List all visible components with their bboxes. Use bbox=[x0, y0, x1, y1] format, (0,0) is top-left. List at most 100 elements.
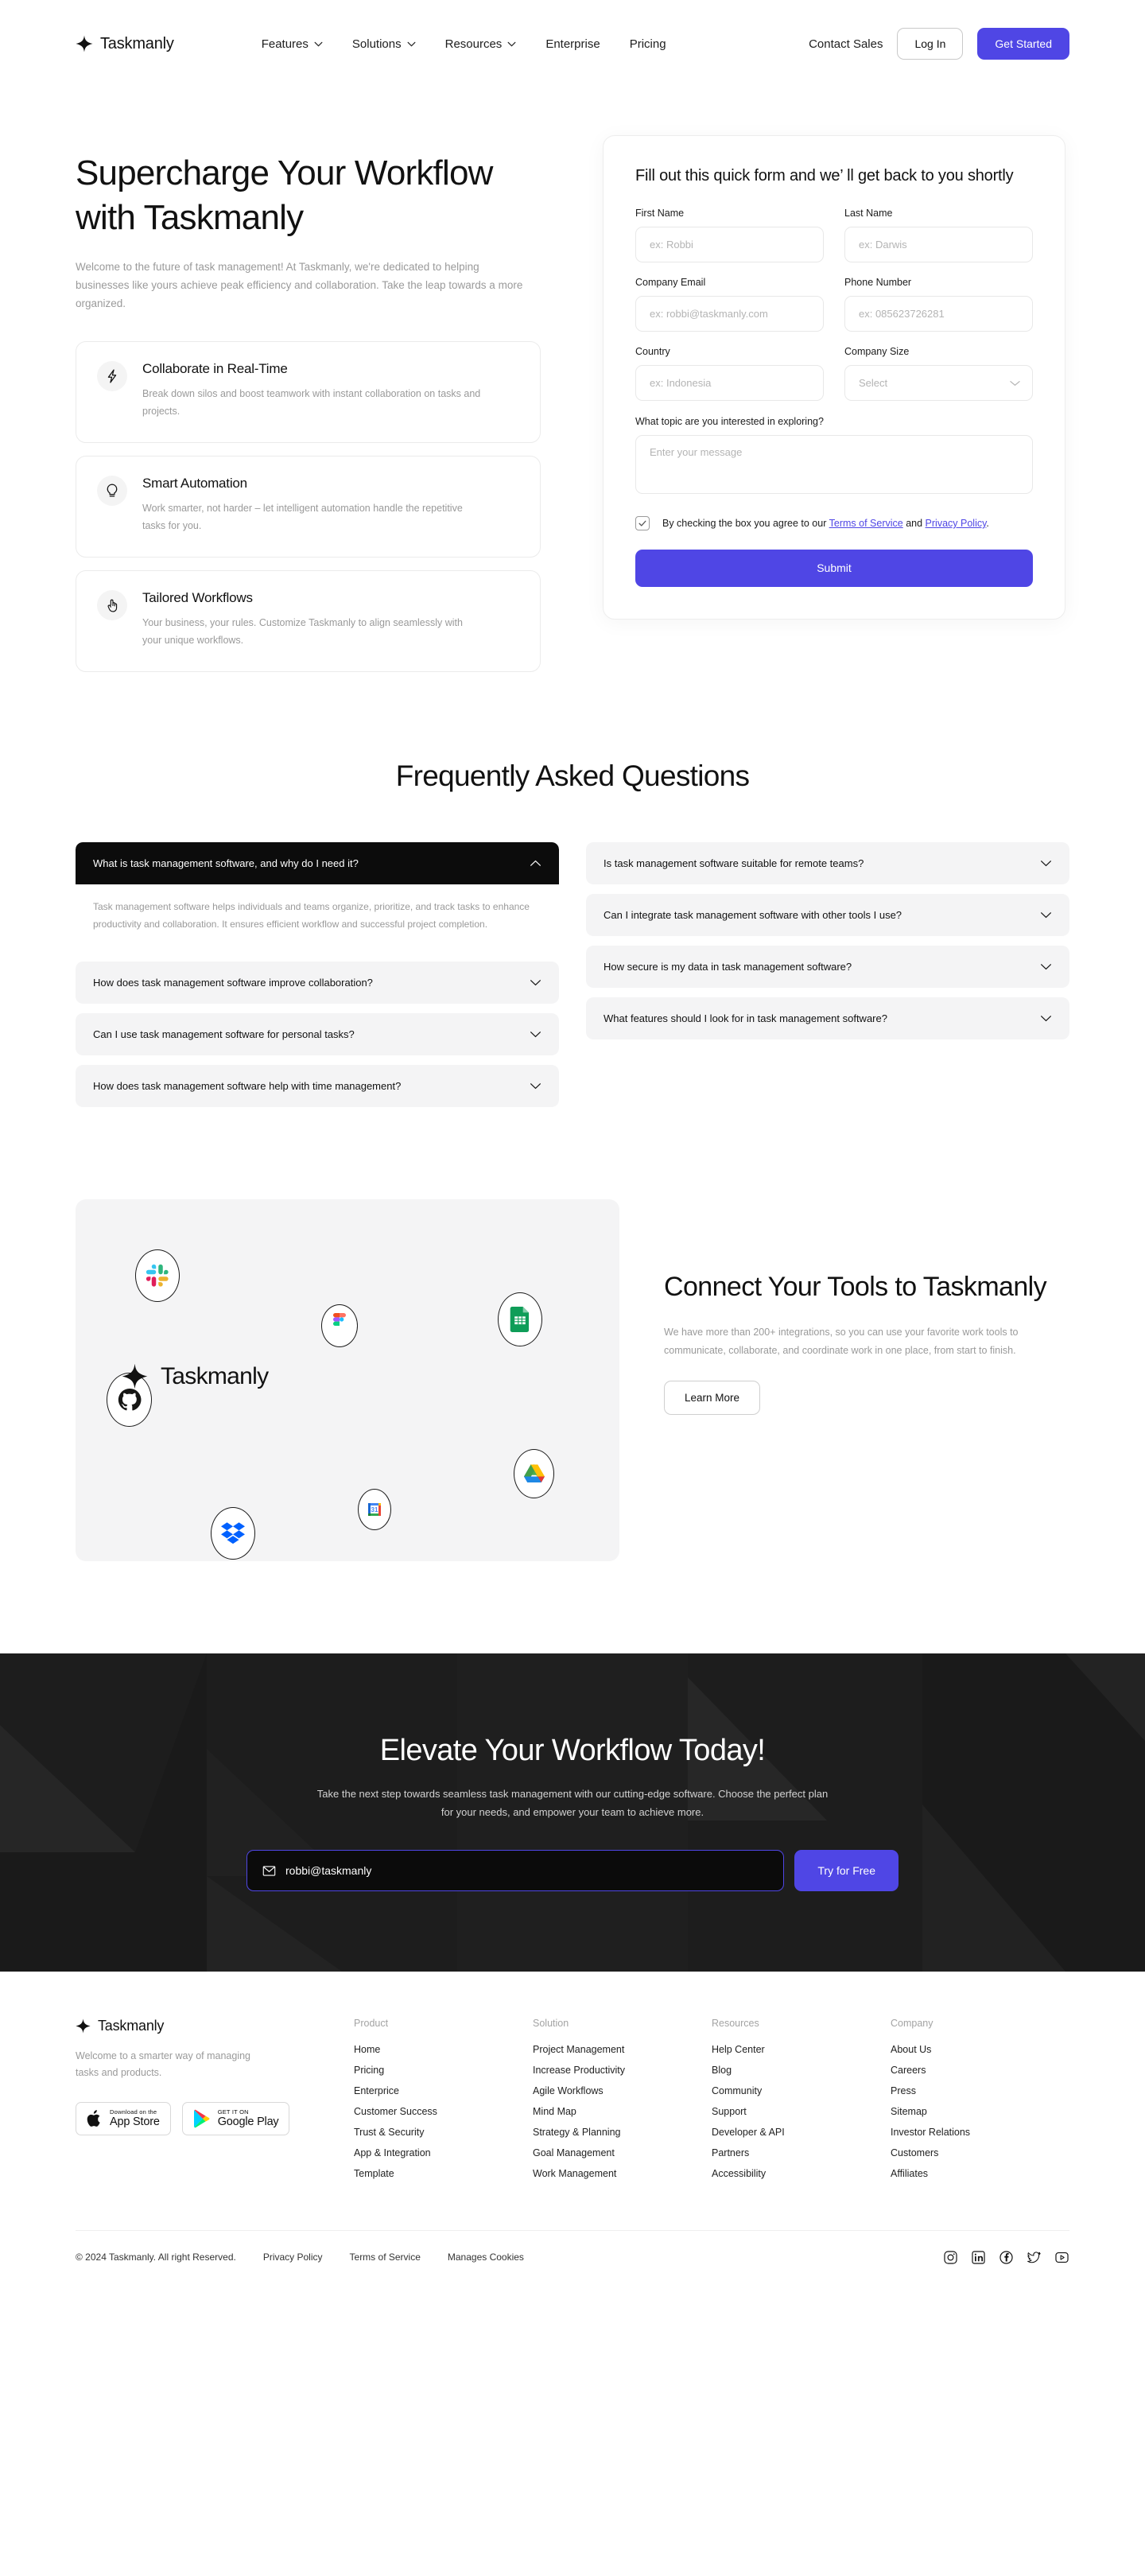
faq-question-toggle[interactable]: What is task management software, and wh… bbox=[76, 841, 559, 884]
faq-question-toggle[interactable]: Can I integrate task management software… bbox=[586, 893, 1069, 936]
app-store-large-label: App Store bbox=[110, 2116, 160, 2129]
footer-link[interactable]: Support bbox=[712, 2106, 891, 2117]
google-play-small-label: GET IT ON bbox=[217, 2108, 249, 2116]
footer-link[interactable]: Sitemap bbox=[891, 2106, 1069, 2117]
form-fields-grid: First Name Last Name Company Email Phone… bbox=[635, 208, 1033, 401]
app-store-badges: Download on the App Store GET IT ON Goog… bbox=[76, 2102, 354, 2136]
nav-item-enterprise[interactable]: Enterprise bbox=[545, 37, 600, 51]
dropbox-icon[interactable] bbox=[211, 1506, 255, 1560]
faq-question-toggle[interactable]: Can I use task management software for p… bbox=[76, 1012, 559, 1055]
linkedin-icon[interactable] bbox=[971, 2250, 986, 2265]
instagram-icon[interactable] bbox=[943, 2250, 958, 2265]
footer-link[interactable]: Project Management bbox=[533, 2044, 712, 2055]
chevron-down-icon bbox=[530, 980, 541, 986]
brand-logo[interactable]: Taskmanly bbox=[76, 35, 174, 53]
google-drive-icon[interactable] bbox=[514, 1448, 554, 1498]
footer-link[interactable]: Accessibility bbox=[712, 2168, 891, 2179]
faq-question-toggle[interactable]: What features should I look for in task … bbox=[586, 997, 1069, 1039]
footer-link[interactable]: Enterprice bbox=[354, 2085, 533, 2096]
integrations-title: Connect Your Tools to Taskmanly bbox=[664, 1271, 1047, 1302]
facebook-icon[interactable] bbox=[999, 2250, 1014, 2265]
google-sheets-icon[interactable] bbox=[498, 1292, 542, 1346]
terms-of-service-link[interactable]: Terms of Service bbox=[350, 2252, 421, 2263]
faq-question-toggle[interactable]: How does task management software improv… bbox=[76, 961, 559, 1004]
google-play-badge[interactable]: GET IT ON Google Play bbox=[181, 2102, 290, 2136]
integrations-text-column: Connect Your Tools to Taskmanly We have … bbox=[664, 1199, 1069, 1561]
get-started-button[interactable]: Get Started bbox=[977, 28, 1069, 60]
footer-link[interactable]: Home bbox=[354, 2044, 533, 2055]
footer-link[interactable]: Strategy & Planning bbox=[533, 2127, 712, 2138]
footer-link[interactable]: Investor Relations bbox=[891, 2127, 1069, 2138]
footer-link[interactable]: Blog bbox=[712, 2065, 891, 2076]
cta-email-input-wrapper[interactable] bbox=[246, 1850, 785, 1892]
faq-question-toggle[interactable]: How secure is my data in task management… bbox=[586, 945, 1069, 988]
country-input[interactable] bbox=[635, 365, 824, 401]
last-name-input[interactable] bbox=[844, 227, 1033, 262]
faq-question-toggle[interactable]: How does task management software help w… bbox=[76, 1064, 559, 1107]
feature-card-list: Collaborate in Real-Time Break down silo… bbox=[76, 341, 541, 672]
footer-logo[interactable]: Taskmanly bbox=[76, 2018, 354, 2034]
figma-icon[interactable] bbox=[321, 1304, 358, 1347]
privacy-policy-link[interactable]: Privacy Policy bbox=[926, 518, 987, 529]
phone-number-input[interactable] bbox=[844, 296, 1033, 332]
footer-link[interactable]: App & Integration bbox=[354, 2147, 533, 2158]
contact-form-card: Fill out this quick form and we’ ll get … bbox=[603, 135, 1065, 620]
footer-link[interactable]: Partners bbox=[712, 2147, 891, 2158]
footer-link[interactable]: Mind Map bbox=[533, 2106, 712, 2117]
youtube-icon[interactable] bbox=[1054, 2250, 1069, 2265]
nav-item-features[interactable]: Features bbox=[262, 37, 323, 51]
manage-cookies-link[interactable]: Manages Cookies bbox=[448, 2252, 524, 2263]
hero-section: Supercharge Your Workflow with Taskmanly… bbox=[0, 87, 1145, 672]
faq-item: What features should I look for in task … bbox=[586, 997, 1069, 1039]
footer-link[interactable]: Customer Success bbox=[354, 2106, 533, 2117]
envelope-icon bbox=[262, 1866, 276, 1876]
footer-link[interactable]: Goal Management bbox=[533, 2147, 712, 2158]
faq-item: What is task management software, and wh… bbox=[76, 841, 559, 952]
footer-link[interactable]: Pricing bbox=[354, 2065, 533, 2076]
footer-link[interactable]: Work Management bbox=[533, 2168, 712, 2179]
learn-more-button[interactable]: Learn More bbox=[664, 1381, 761, 1416]
faq-question-text: What features should I look for in task … bbox=[604, 1012, 887, 1024]
submit-button[interactable]: Submit bbox=[635, 549, 1033, 587]
form-title: Fill out this quick form and we’ ll get … bbox=[635, 167, 1014, 185]
footer-link[interactable]: Affiliates bbox=[891, 2168, 1069, 2179]
footer-link[interactable]: Help Center bbox=[712, 2044, 891, 2055]
feature-description: Break down silos and boost teamwork with… bbox=[142, 388, 481, 418]
terms-of-service-link[interactable]: Terms of Service bbox=[829, 518, 903, 529]
footer-tagline: Welcome to a smarter way of managing tas… bbox=[76, 2050, 251, 2079]
footer-link[interactable]: Careers bbox=[891, 2065, 1069, 2076]
footer-link[interactable]: Press bbox=[891, 2085, 1069, 2096]
topic-textarea[interactable] bbox=[635, 435, 1033, 494]
footer-link[interactable]: Template bbox=[354, 2168, 533, 2179]
footer-link[interactable]: Increase Productivity bbox=[533, 2065, 712, 2076]
company-size-select[interactable] bbox=[844, 365, 1033, 401]
privacy-policy-link[interactable]: Privacy Policy bbox=[263, 2252, 323, 2263]
contact-sales-link[interactable]: Contact Sales bbox=[809, 37, 883, 51]
google-calendar-icon[interactable]: 31 bbox=[358, 1488, 391, 1530]
company-email-input[interactable] bbox=[635, 296, 824, 332]
footer-link[interactable]: Trust & Security bbox=[354, 2127, 533, 2138]
try-for-free-button[interactable]: Try for Free bbox=[794, 1850, 899, 1892]
faq-section: Frequently Asked Questions What is task … bbox=[0, 672, 1145, 1107]
footer-link[interactable]: Developer & API bbox=[712, 2127, 891, 2138]
footer-link[interactable]: Customers bbox=[891, 2147, 1069, 2158]
consent-checkbox[interactable] bbox=[635, 516, 650, 530]
faq-question-toggle[interactable]: Is task management software suitable for… bbox=[586, 841, 1069, 884]
top-navigation-bar: Taskmanly Features Solutions Resources E… bbox=[0, 0, 1145, 87]
footer-link[interactable]: Community bbox=[712, 2085, 891, 2096]
faq-question-text: Is task management software suitable for… bbox=[604, 857, 864, 869]
first-name-input[interactable] bbox=[635, 227, 824, 262]
twitter-icon[interactable] bbox=[1027, 2250, 1042, 2265]
nav-item-solutions[interactable]: Solutions bbox=[352, 37, 416, 51]
footer-link[interactable]: Agile Workflows bbox=[533, 2085, 712, 2096]
nav-item-resources[interactable]: Resources bbox=[445, 37, 517, 51]
footer-link[interactable]: About Us bbox=[891, 2044, 1069, 2055]
faq-heading: Frequently Asked Questions bbox=[395, 759, 750, 792]
company-size-label: Company Size bbox=[844, 346, 910, 357]
app-store-badge[interactable]: Download on the App Store bbox=[76, 2102, 171, 2136]
cta-email-input[interactable] bbox=[285, 1864, 769, 1878]
login-button[interactable]: Log In bbox=[897, 28, 964, 60]
slack-icon[interactable] bbox=[135, 1249, 180, 1302]
nav-item-pricing[interactable]: Pricing bbox=[630, 37, 666, 51]
feature-title: Tailored Workflows bbox=[142, 589, 253, 605]
